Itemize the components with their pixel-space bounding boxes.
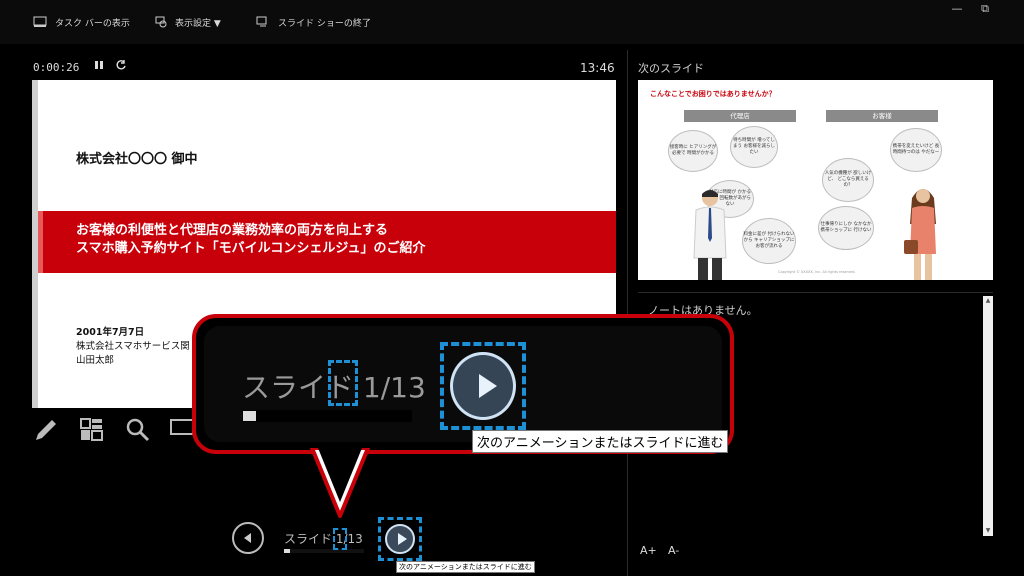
slide-company: 株式会社スマホサービス関 (76, 341, 190, 352)
scroll-down-button[interactable]: ▼ (983, 526, 993, 536)
pen-tool-button[interactable] (32, 416, 60, 444)
display-settings-label: 表示設定 ▼ (175, 18, 221, 29)
title-band-accent (38, 211, 43, 273)
previous-slide-button[interactable] (232, 522, 264, 554)
pen-icon (36, 420, 56, 440)
slide-title-line1: お客様の利便性と代理店の業務効率の両方を向上する (76, 223, 389, 238)
next-slide-button[interactable] (385, 524, 415, 554)
callout-number-highlight (328, 360, 358, 406)
next-icon (398, 533, 407, 545)
show-taskbar-button[interactable]: タスク バーの表示 (33, 12, 130, 32)
businessman-illustration (693, 190, 727, 280)
current-time: 13:46 (580, 61, 615, 75)
callout-pointer (310, 448, 370, 518)
speech-bubble: 仕事帰りにしか なかなか携帯ショップに 行けない (818, 206, 874, 250)
slide-date: 2001年7月7日 (76, 327, 145, 338)
slide-counter: スライド 1/13 (284, 532, 363, 546)
callout-content: スライド 1/13 次のアニメーションまたはスライドに進む (204, 326, 729, 453)
notes-scrollbar[interactable]: ▲ ▼ (983, 296, 993, 536)
panel-divider[interactable] (627, 50, 628, 576)
speech-bubble: 接客時に ヒアリングが必要で 時間がかかる (668, 130, 718, 172)
top-toolbar: タスク バーの表示 表示設定 ▼ スライド ショーの終了 — ⧉ (0, 0, 1024, 44)
callout-progress-fill (243, 411, 256, 421)
next-slide-footer: Copyright © XXXXX, Inc. All rights reser… (778, 270, 856, 274)
restore-icon: ⧉ (981, 2, 989, 15)
callout-next-icon (479, 374, 497, 398)
speech-bubble: 待ち時間が 増ってしまう お客様を減らしたい (730, 126, 778, 168)
speech-bubble: 料金に差が 付けられないから キャリアショップに お客が流れる (742, 218, 796, 264)
elapsed-timer: 0:00:26 (33, 61, 80, 74)
end-slideshow-label: スライド ショーの終了 (278, 18, 371, 29)
pause-icon (95, 61, 103, 69)
current-slide-number-highlight (333, 528, 347, 550)
show-taskbar-label: タスク バーの表示 (55, 18, 130, 29)
display-settings-button[interactable]: 表示設定 ▼ (155, 12, 221, 32)
previous-icon (244, 533, 251, 543)
callout-tooltip: 次のアニメーションまたはスライドに進む (472, 430, 729, 453)
agency-header: 代理店 (684, 110, 796, 122)
next-slide-button-highlight[interactable] (378, 517, 422, 561)
minimize-button[interactable]: — (946, 2, 968, 18)
slides-grid-icon (80, 418, 103, 441)
end-slideshow-icon (256, 16, 267, 27)
display-settings-icon (155, 16, 167, 28)
reset-timer-button[interactable] (114, 59, 128, 73)
slide-title-line2: スマホ購入予約サイト「モバイルコンシェルジュ」のご紹介 (76, 241, 426, 256)
next-slide-tooltip: 次のアニメーションまたはスライドに進む (396, 561, 535, 573)
slide-person: 山田太郎 (76, 355, 115, 366)
next-slide-title: こんなことでお困りではありませんか？ (650, 90, 776, 98)
increase-font-button[interactable]: A+ (640, 544, 657, 557)
zoom-button[interactable] (124, 416, 152, 444)
slide-meta: 2001年7月7日 株式会社スマホサービス関 山田太郎 (76, 326, 190, 368)
slide-title: お客様の利便性と代理店の業務効率の両方を向上する スマホ購入予約サイト「モバイル… (76, 222, 425, 258)
taskbar-icon (33, 16, 47, 27)
see-all-slides-button[interactable] (78, 416, 106, 444)
slide-progress-bar (284, 549, 364, 553)
restore-button[interactable]: ⧉ (974, 2, 996, 18)
minimize-icon: — (951, 2, 963, 15)
reset-icon (116, 60, 126, 70)
customer-header: お客様 (826, 110, 938, 122)
slide-progress-fill (284, 549, 291, 553)
slide-client-name: 株式会社〇〇〇 御中 (76, 152, 198, 167)
magnifier-icon (126, 418, 150, 442)
end-slideshow-button[interactable]: スライド ショーの終了 (256, 12, 371, 32)
callout-next-button-highlight (440, 342, 526, 430)
decrease-font-button[interactable]: A- (668, 544, 679, 557)
next-slide-label: 次のスライド (638, 62, 704, 75)
callout-next-button (450, 352, 516, 420)
speech-bubble: 携帯を変えたいけど 長時間待つのは やだなー (890, 128, 942, 172)
next-slide-preview[interactable]: こんなことでお困りではありませんか？ 代理店 お客様 接客時に ヒアリングが必要… (638, 80, 993, 280)
scroll-up-button[interactable]: ▲ (983, 296, 993, 306)
zoom-callout: スライド 1/13 次のアニメーションまたはスライドに進む (192, 314, 734, 454)
speech-bubble: 人気の機種が 欲しいけど、 どこなら買えるの？ (822, 158, 874, 202)
callout-progress-bar (242, 410, 412, 422)
businesswoman-illustration (904, 189, 936, 280)
pause-timer-button[interactable] (92, 59, 106, 73)
